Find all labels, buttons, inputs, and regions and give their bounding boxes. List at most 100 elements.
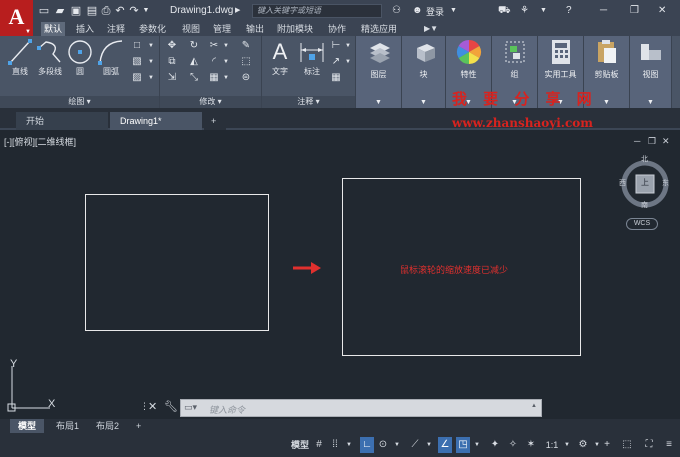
application-menu-button[interactable]: A ▼ [0,0,33,36]
open-file-icon[interactable]: ▰ [54,4,66,18]
viewcube-top-face[interactable]: 上 [641,177,649,188]
a360-icon[interactable]: ⚘ [520,4,529,18]
trim-dropdown-icon[interactable]: ▼ [220,40,232,52]
redo-icon[interactable]: ↷ [128,4,140,18]
array-icon[interactable]: ▦ [208,72,220,84]
save-as-icon[interactable]: ▤ [86,4,98,18]
annotation-scale-value[interactable]: 1:1 [542,437,562,453]
tab-addins[interactable]: 附加模块 [274,22,316,36]
viewport-restore-icon[interactable]: ❐ [648,136,656,147]
minimize-icon[interactable]: ─ [600,4,607,18]
polar-dropdown-icon[interactable]: ▼ [392,437,402,453]
save-icon[interactable]: ▣ [70,4,82,18]
a360-dropdown-icon[interactable]: ▼ [540,4,547,18]
explode-icon[interactable]: ⬚ [240,56,252,68]
qat-dropdown-icon[interactable]: ▼ [140,4,152,18]
mirror-icon[interactable]: ◭ [188,56,200,68]
customize-menu-icon[interactable]: ≡ [662,437,676,453]
block-button[interactable]: 块 ▼ [402,36,446,108]
viewport-minimize-icon[interactable]: ─ [634,136,640,146]
viewport-close-icon[interactable]: ✕ [662,136,670,147]
auto-scale-icon[interactable]: ✧ [506,437,520,453]
workspace-gear-icon[interactable]: ⚙ [576,437,590,453]
tab-model[interactable]: 模型 [10,419,45,433]
login-button[interactable]: 登录 [426,5,444,18]
drawing-canvas[interactable]: [-][俯视][二维线框] ─ ❐ ✕ 我 要 分 享 网 www.zhansh… [0,91,680,418]
model-space-button[interactable]: 模型 [289,437,311,453]
scale-dropdown-icon[interactable]: ▼ [562,437,572,453]
isolate-objects-icon[interactable]: ⬚ [620,437,634,453]
compass-north[interactable]: 北 [641,154,648,164]
fullscreen-icon[interactable]: ⛶ [642,437,656,453]
tab-start[interactable]: 开始 [16,112,108,130]
rotate-icon[interactable]: ↻ [188,40,200,52]
close-command-icon[interactable]: ✕ [148,400,157,413]
tab-manage[interactable]: 管理 [210,22,234,36]
erase-icon[interactable]: ✎ [240,40,252,52]
trim-icon[interactable]: ✂ [208,40,220,52]
ortho-icon[interactable]: ∟ [360,437,374,453]
circle-tool[interactable]: 圆 [66,38,94,77]
command-input[interactable]: 键入命令 [209,403,245,416]
search-input[interactable]: 键入关键字或短语 [252,4,382,18]
move-icon[interactable]: ✥ [166,40,178,52]
tab-layout2[interactable]: 布局2 [88,419,127,433]
polar-icon[interactable]: ⊙ [376,437,390,453]
stretch-icon[interactable]: ⇲ [166,72,178,84]
linear-dim-dropdown-icon[interactable]: ▼ [342,40,354,52]
compass-west[interactable]: 西 [619,178,626,188]
tab-parametric[interactable]: 参数化 [136,22,169,36]
tab-drawing1[interactable]: Drawing1* [110,112,202,130]
close-icon[interactable]: ✕ [658,4,666,18]
scale-icon[interactable]: ⤡ [188,72,200,84]
isodraft-dropdown-icon[interactable]: ▼ [424,437,434,453]
command-history-icon[interactable]: ▭▾ [184,402,197,413]
grid-icon[interactable]: # [312,437,326,453]
table-icon[interactable]: ▦ [330,72,342,84]
compass-south[interactable]: 南 [641,200,648,210]
wcs-menu-button[interactable]: WCS [626,218,658,230]
binoculars-icon[interactable]: ⚇ [392,4,401,18]
tab-insert[interactable]: 插入 [73,22,97,36]
annotation-visibility-icon[interactable]: ✦ [488,437,502,453]
fillet-dropdown-icon[interactable]: ▼ [220,56,232,68]
snap-icon[interactable]: ⁞⁞ [328,437,342,453]
object-snap-tracking-icon[interactable]: ∠ [438,437,452,453]
fillet-icon[interactable]: ◜ [208,56,220,68]
customize-wrench-icon[interactable]: 🔧︎ [164,400,178,413]
tab-output[interactable]: 输出 [243,22,267,36]
leader-icon[interactable]: ↗ [330,56,342,68]
snap-dropdown-icon[interactable]: ▼ [344,437,354,453]
annotation-panel-footer[interactable]: 注释 ▾ [262,96,355,108]
dimension-tool[interactable]: 标注 [296,38,328,77]
hatch-dropdown-icon[interactable]: ▼ [145,56,157,68]
tab-featured-apps[interactable]: 精选应用 [358,22,400,36]
help-icon[interactable]: ? [566,4,572,18]
tab-home[interactable]: 默认 [41,22,66,36]
plus-icon[interactable]: + [600,437,614,453]
offset-icon[interactable]: ⊜ [240,72,252,84]
rectangle-dropdown-icon[interactable]: ▼ [145,40,157,52]
viewport-controls[interactable]: [-][俯视][二维线框] [4,135,76,148]
login-dropdown-icon[interactable]: ▼ [450,4,457,18]
object-snap-dropdown-icon[interactable]: ▼ [472,437,482,453]
undo-icon[interactable]: ↶ [114,4,126,18]
text-tool[interactable]: A 文字 [266,38,294,77]
boundary-icon[interactable]: ▨ [131,72,143,84]
share-arrow-icon[interactable]: ▶ [235,4,240,18]
view-group-button[interactable]: 视图 ▼ [630,36,672,108]
arc-tool[interactable]: 圆弧 [96,38,126,77]
object-snap-icon[interactable]: ◳ [456,437,470,453]
boundary-dropdown-icon[interactable]: ▼ [145,72,157,84]
isodraft-icon[interactable]: ⟋ [408,437,422,453]
linear-dim-icon[interactable]: ⊢ [330,40,342,52]
polyline-tool[interactable]: 多段线 [34,38,66,77]
rectangle-icon[interactable]: □ [131,40,143,52]
command-line[interactable]: ▭▾ 键入命令 ▲ [180,399,542,417]
tab-collaborate[interactable]: 协作 [325,22,349,36]
plot-icon[interactable]: ⎙ [100,4,112,18]
hatch-icon[interactable]: ▧ [131,56,143,68]
add-layout-button[interactable]: + [128,419,149,433]
tab-annotate[interactable]: 注释 [104,22,128,36]
store-cart-icon[interactable]: ⛟ [498,4,511,18]
